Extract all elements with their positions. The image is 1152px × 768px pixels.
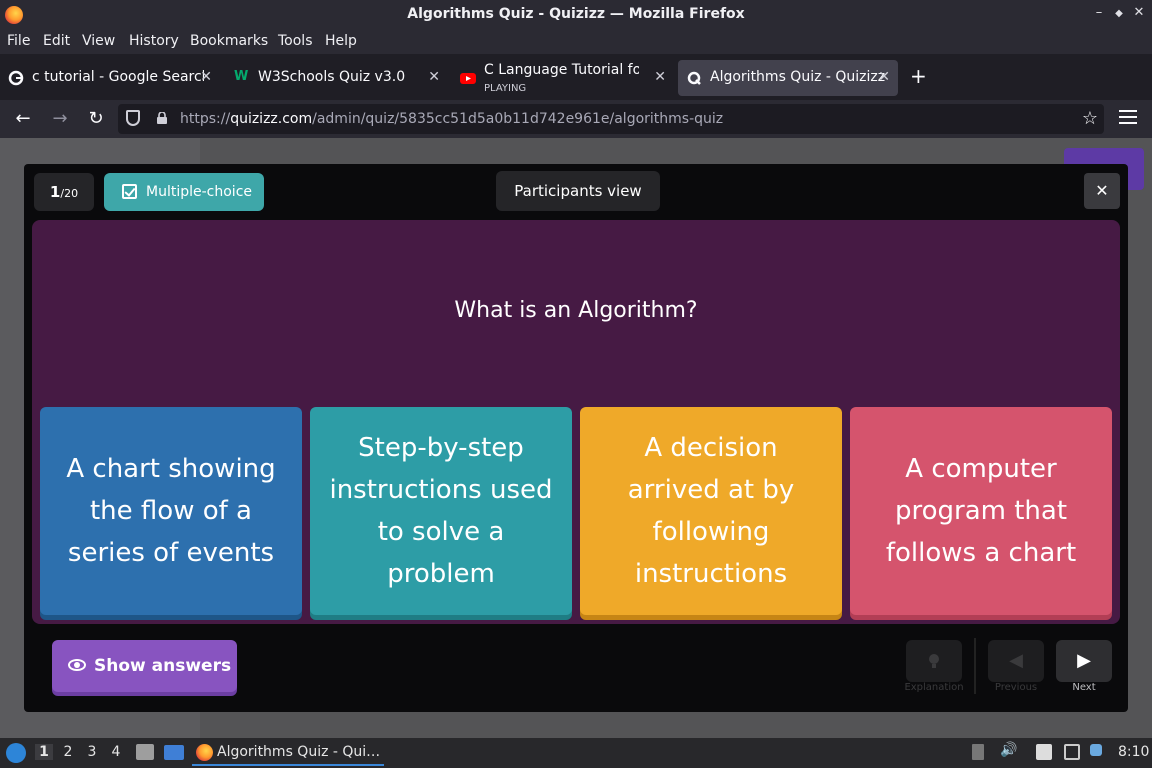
answer-option-text: A computer program that follows a chart	[885, 454, 1077, 568]
clock: 8:10	[1118, 744, 1150, 760]
answer-option-text: A decision arrived at by following instr…	[627, 433, 795, 589]
menu-bar: File Edit View History Bookmarks Tools H…	[0, 30, 1152, 54]
explanation-button[interactable]	[906, 640, 962, 682]
answer-option-1[interactable]: A chart showing the flow of a series of …	[40, 407, 302, 615]
close-modal-button[interactable]: ✕	[1084, 173, 1120, 209]
shield-icon[interactable]	[126, 110, 140, 126]
navigation-bar: ← → ↻ https://quizizz.com/admin/quiz/583…	[0, 100, 1152, 138]
taskbar: 1 2 3 4 Algorithms Quiz - Qui… 🔊 8:10	[0, 738, 1152, 768]
show-answers-label: Show answers	[94, 656, 232, 676]
answer-option-2[interactable]: Step-by-step instructions used to solve …	[310, 407, 572, 615]
tab-close-icon[interactable]: ✕	[428, 69, 440, 85]
tab-youtube[interactable]: C Language Tutorial for B PLAYING ✕	[452, 60, 674, 96]
workspace-4[interactable]: 4	[107, 744, 125, 760]
file-manager-icon[interactable]	[136, 744, 154, 760]
menu-edit[interactable]: Edit	[43, 33, 70, 49]
eye-icon	[68, 659, 86, 671]
start-menu-icon[interactable]	[6, 743, 26, 763]
tab-close-icon[interactable]: ✕	[878, 69, 890, 85]
question-text: What is an Algorithm?	[454, 298, 698, 323]
tab-w3schools[interactable]: W W3Schools Quiz v3.0 ✕	[226, 60, 448, 96]
next-icon: ▶	[1077, 650, 1091, 671]
tab-label: W3Schools Quiz v3.0	[258, 69, 406, 85]
lightbulb-icon	[929, 654, 939, 668]
tab-close-icon[interactable]: ✕	[200, 69, 212, 85]
answer-option-text: A chart showing the flow of a series of …	[66, 454, 276, 568]
notes-tray-icon[interactable]	[1036, 744, 1052, 760]
close-window-icon[interactable]: ✕	[1130, 5, 1148, 20]
menu-bookmarks[interactable]: Bookmarks	[190, 33, 268, 49]
tab-label: C Language Tutorial for B	[484, 62, 639, 78]
volume-icon[interactable]: 🔊	[1000, 742, 1017, 758]
new-tab-icon[interactable]: +	[910, 64, 927, 88]
next-label: Next	[1072, 682, 1096, 693]
bookmark-star-icon[interactable]: ☆	[1082, 108, 1098, 129]
menu-file[interactable]: File	[7, 33, 30, 49]
taskbar-firefox-task[interactable]: Algorithms Quiz - Qui…	[192, 740, 384, 766]
firefox-icon	[196, 744, 213, 761]
previous-button[interactable]: ◀	[988, 640, 1044, 682]
workspace-1[interactable]: 1	[35, 744, 53, 760]
workspace-2[interactable]: 2	[59, 744, 77, 760]
back-icon[interactable]: ←	[12, 108, 34, 129]
next-button[interactable]: ▶	[1056, 640, 1112, 682]
maximize-icon[interactable]: ◆	[1110, 8, 1128, 19]
answer-option-text: Step-by-step instructions used to solve …	[329, 433, 553, 589]
controls-divider	[974, 638, 976, 694]
minimize-icon[interactable]: –	[1090, 5, 1108, 20]
participants-view-button[interactable]: Participants view	[496, 171, 660, 211]
tab-label: c tutorial - Google Search	[32, 69, 204, 85]
quizizz-icon	[687, 71, 701, 85]
desktop-icon[interactable]	[164, 745, 184, 760]
url-text[interactable]: https://quizizz.com/admin/quiz/5835cc51d…	[180, 111, 723, 127]
tab-quizizz[interactable]: Algorithms Quiz - Quizizz ✕	[678, 60, 898, 96]
workspace-3[interactable]: 3	[83, 744, 101, 760]
lock-icon[interactable]	[156, 112, 168, 124]
reload-icon[interactable]: ↻	[85, 108, 107, 129]
network-tray-icon[interactable]	[1064, 744, 1080, 760]
menu-history[interactable]: History	[129, 33, 179, 49]
question-type-badge: Multiple-choice	[104, 173, 264, 211]
show-answers-button[interactable]: Show answers	[52, 640, 237, 692]
question-counter: 1/20	[34, 173, 94, 211]
clipboard-tray-icon[interactable]	[972, 744, 984, 760]
url-bar[interactable]: https://quizizz.com/admin/quiz/5835cc51d…	[118, 104, 1104, 134]
answer-option-3[interactable]: A decision arrived at by following instr…	[580, 407, 842, 615]
notification-tray-icon[interactable]	[1090, 744, 1102, 756]
w3schools-icon: W	[234, 69, 249, 84]
youtube-icon	[460, 73, 476, 84]
forward-icon[interactable]: →	[49, 108, 71, 129]
question-panel: What is an Algorithm? A chart showing th…	[32, 220, 1120, 624]
question-type-label: Multiple-choice	[146, 184, 252, 200]
menu-help[interactable]: Help	[325, 33, 357, 49]
question-preview-modal: 1/20 Multiple-choice Participants view ✕…	[24, 164, 1128, 712]
window-title: Algorithms Quiz - Quizizz — Mozilla Fire…	[407, 6, 745, 22]
tab-close-icon[interactable]: ✕	[654, 69, 666, 85]
tab-playing-label: PLAYING	[484, 83, 527, 94]
explanation-label: Explanation	[904, 682, 964, 693]
menu-view[interactable]: View	[82, 33, 115, 49]
previous-label: Previous	[994, 682, 1038, 693]
tab-bar: c tutorial - Google Search ✕ W W3Schools…	[0, 54, 1152, 100]
taskbar-task-label: Algorithms Quiz - Qui…	[217, 744, 381, 760]
menu-tools[interactable]: Tools	[278, 33, 313, 49]
google-icon	[8, 70, 24, 86]
window-titlebar: Algorithms Quiz - Quizizz — Mozilla Fire…	[0, 0, 1152, 30]
tab-google-search[interactable]: c tutorial - Google Search ✕	[0, 60, 220, 96]
previous-icon: ◀	[1009, 650, 1023, 671]
tab-label: Algorithms Quiz - Quizizz	[710, 69, 886, 85]
checkbox-icon	[122, 184, 137, 199]
answer-option-4[interactable]: A computer program that follows a chart	[850, 407, 1112, 615]
hamburger-menu-icon[interactable]	[1119, 110, 1137, 128]
